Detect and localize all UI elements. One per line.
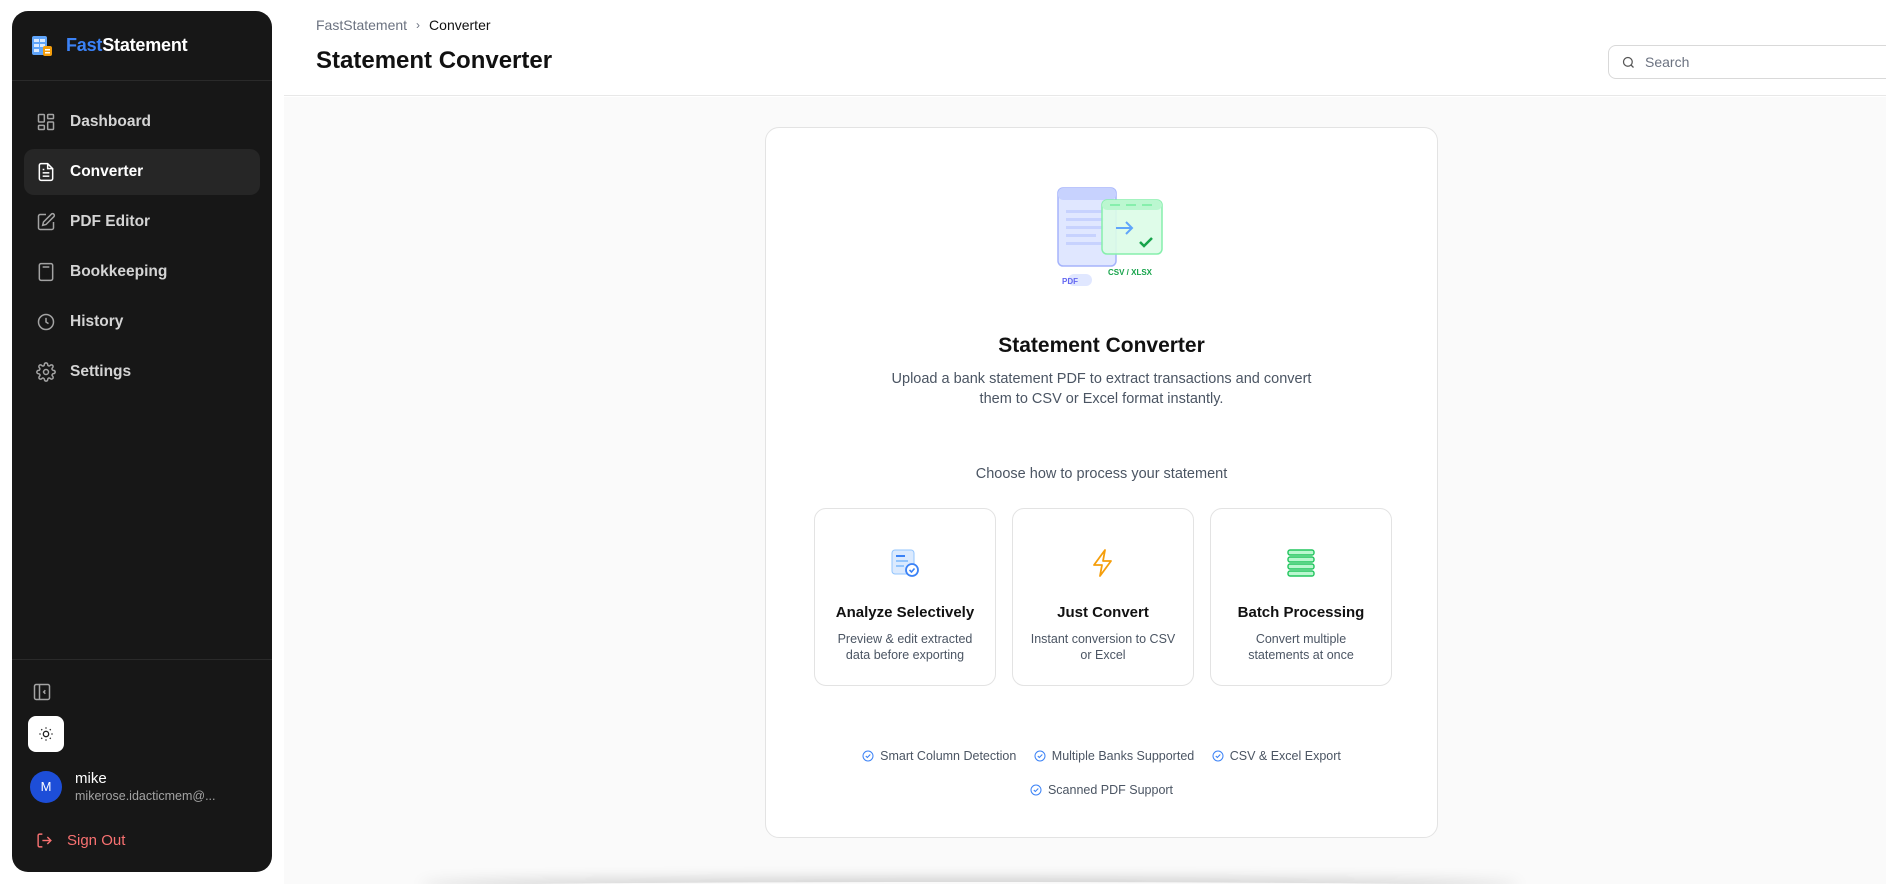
feature-list: Smart Column Detection Multiple Banks Su…	[806, 740, 1397, 808]
option-description: Instant conversion to CSV or Excel	[1030, 632, 1176, 662]
clock-icon	[37, 313, 55, 331]
user-profile[interactable]: M mike mikerose.idacticmem@...	[30, 770, 216, 803]
document-icon	[38, 162, 54, 182]
page-header: FastStatement › Converter Statement Conv…	[284, 0, 1886, 96]
lightning-icon	[1093, 549, 1112, 577]
option-just-convert[interactable]: Just Convert Instant conversion to CSV o…	[1012, 508, 1194, 686]
brand-logo-icon	[32, 35, 52, 56]
sidebar-item-bookkeeping[interactable]: Bookkeeping	[24, 249, 260, 295]
sidebar-collapse-icon	[33, 683, 51, 701]
feature-item: Multiple Banks Supported	[1034, 740, 1194, 772]
sun-icon	[39, 727, 53, 741]
sidebar-item-pdf-editor[interactable]: PDF Editor	[24, 199, 260, 245]
option-analyze-selectively[interactable]: Analyze Selectively Preview & edit extra…	[814, 508, 996, 686]
check-circle-icon	[1030, 784, 1042, 796]
theme-toggle-button[interactable]	[28, 716, 64, 752]
brand[interactable]: FastStatement	[12, 11, 272, 81]
search-input[interactable]	[1645, 54, 1865, 70]
analyze-icon	[891, 549, 919, 577]
stack-icon	[1287, 549, 1315, 577]
search-icon	[1622, 56, 1634, 68]
user-name: mike	[75, 770, 107, 787]
calculator-icon	[38, 262, 54, 282]
breadcrumb-root[interactable]: FastStatement	[316, 17, 407, 33]
option-title: Batch Processing	[1237, 604, 1365, 621]
check-circle-icon	[1212, 750, 1224, 762]
search-box[interactable]	[1608, 45, 1886, 79]
option-description: Convert multiple statements at once	[1248, 632, 1354, 662]
edit-icon	[37, 212, 56, 231]
check-circle-icon	[1034, 750, 1046, 762]
sidebar-nav: Dashboard Converter PDF Editor Bookkeepi…	[12, 81, 272, 395]
feature-item: Smart Column Detection	[862, 740, 1016, 772]
breadcrumb: FastStatement › Converter	[316, 17, 491, 33]
sidebar-item-label: Dashboard	[70, 113, 151, 130]
sidebar-item-label: Bookkeeping	[70, 263, 168, 280]
sidebar-item-settings[interactable]: Settings	[24, 349, 260, 395]
brand-name: FastStatement	[66, 35, 188, 55]
page-title: Statement Converter	[316, 47, 553, 74]
pdf-label: PDF	[1062, 277, 1078, 286]
sidebar-item-label: Converter	[70, 163, 144, 180]
main-content: PDF CSV / XLSX Statement Converter Uploa…	[284, 97, 1886, 884]
check-circle-icon	[862, 750, 874, 762]
avatar: M	[30, 770, 62, 803]
option-title: Analyze Selectively	[835, 604, 975, 621]
sidebar-item-label: History	[70, 313, 124, 330]
card-description: Upload a bank statement PDF to extract t…	[891, 371, 1312, 407]
sidebar-item-label: Settings	[70, 363, 132, 380]
chevron-right-icon: ›	[416, 18, 421, 32]
gear-icon	[36, 362, 56, 382]
option-batch-processing[interactable]: Batch Processing Convert multiple statem…	[1210, 508, 1392, 686]
process-options: Analyze Selectively Preview & edit extra…	[814, 508, 1392, 686]
sign-out-button[interactable]: Sign Out	[36, 832, 125, 849]
dashboard-icon	[37, 113, 55, 131]
breadcrumb-current: Converter	[429, 17, 491, 33]
output-format-label: CSV / XLSX	[1107, 268, 1152, 277]
choose-process-label: Choose how to process your statement	[975, 466, 1228, 482]
sidebar-item-label: PDF Editor	[70, 213, 151, 230]
sign-out-label: Sign Out	[67, 832, 126, 849]
card-title: Statement Converter	[998, 334, 1205, 357]
feature-item: CSV & Excel Export	[1212, 740, 1341, 772]
sidebar-item-converter[interactable]: Converter	[24, 149, 260, 195]
option-title: Just Convert	[1057, 604, 1149, 621]
sidebar-footer: M mike mikerose.idacticmem@... Sign Out	[12, 659, 272, 849]
collapse-sidebar-button[interactable]	[32, 682, 54, 704]
sidebar: FastStatement Dashboard Converter PDF Ed…	[12, 11, 272, 872]
logout-icon	[37, 833, 52, 848]
feature-item: Scanned PDF Support	[1030, 774, 1173, 806]
converter-card: PDF CSV / XLSX Statement Converter Uploa…	[765, 127, 1438, 838]
sidebar-item-dashboard[interactable]: Dashboard	[24, 99, 260, 145]
option-description: Preview & edit extracted data before exp…	[837, 632, 973, 662]
user-email: mikerose.idacticmem@...	[75, 789, 216, 803]
sidebar-item-history[interactable]: History	[24, 299, 260, 345]
